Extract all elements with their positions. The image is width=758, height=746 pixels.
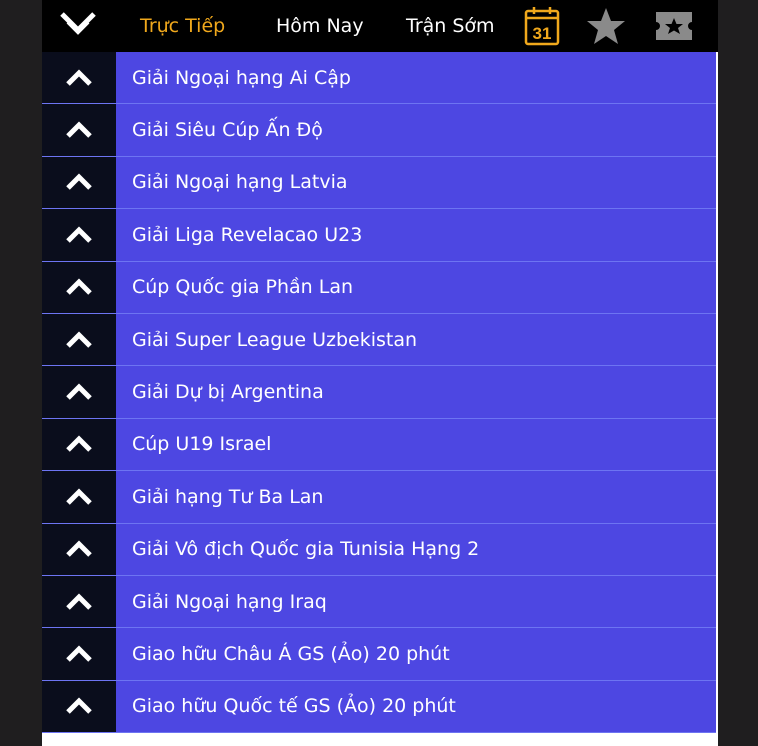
chevron-up-icon[interactable] <box>42 261 116 313</box>
league-name: Giải hạng Tư Ba Lan <box>132 485 324 508</box>
chevron-up-icon[interactable] <box>42 418 116 471</box>
chevron-up-icon[interactable] <box>42 575 116 628</box>
ticket-button[interactable] <box>652 4 696 48</box>
league-name: Giải Ngoại hạng Latvia <box>132 171 348 194</box>
league-name: Giải Ngoại hạng Iraq <box>132 590 327 613</box>
league-name: Cúp U19 Israel <box>132 433 272 456</box>
star-icon <box>587 8 625 44</box>
league-row[interactable]: Giải Ngoại hạng Latvia <box>42 156 718 210</box>
league-row[interactable]: Giao hữu Quốc tế GS (Ảo) 20 phút <box>42 680 718 734</box>
league-row[interactable]: Giải Liga Revelacao U23 <box>42 209 718 262</box>
top-bar: Trực Tiếp Hôm Nay Trận Sớm 31 <box>42 0 718 52</box>
calendar-icon: 31 <box>524 7 560 46</box>
tab-tran-som[interactable]: Trận Sớm <box>406 0 495 52</box>
chevron-up-icon[interactable] <box>42 209 116 261</box>
league-name: Cúp Quốc gia Phần Lan <box>132 276 354 299</box>
league-name: Giải Dự bị Argentina <box>132 381 324 404</box>
league-row[interactable]: Cúp U19 Israel <box>42 418 718 472</box>
league-name: Giải Vô địch Quốc gia Tunisia Hạng 2 <box>132 538 480 561</box>
league-row[interactable]: Giải Ngoại hạng Ai Cập <box>42 52 718 105</box>
league-name: Giao hữu Quốc tế GS (Ảo) 20 phút <box>132 695 456 718</box>
chevron-up-icon[interactable] <box>42 52 116 104</box>
league-name: Giải Ngoại hạng Ai Cập <box>132 66 351 89</box>
league-row[interactable]: Cúp Quốc gia Phần Lan <box>42 261 718 314</box>
ticket-icon <box>656 12 692 40</box>
league-name: Giải Super League Uzbekistan <box>132 328 418 351</box>
list-edge <box>716 52 718 735</box>
chevron-up-icon[interactable] <box>42 523 116 575</box>
chevron-up-icon[interactable] <box>42 313 116 366</box>
tab-truc-tiep[interactable]: Trực Tiếp <box>140 0 225 52</box>
chevron-up-icon[interactable] <box>42 628 116 680</box>
double-chevron-down-icon[interactable] <box>56 7 100 43</box>
chevron-up-icon[interactable] <box>42 366 116 418</box>
league-row[interactable]: Giải hạng Tư Ba Lan <box>42 471 718 524</box>
calendar-day: 31 <box>533 24 552 43</box>
league-row[interactable]: Giao hữu Châu Á GS (Ảo) 20 phút <box>42 628 718 681</box>
league-row[interactable]: Giải Dự bị Argentina <box>42 366 718 419</box>
chevron-up-icon[interactable] <box>42 680 116 733</box>
league-list: Giải Ngoại hạng Ai Cập Giải Siêu Cúp Ấn Đ… <box>42 52 718 734</box>
tab-hom-nay[interactable]: Hôm Nay <box>276 0 364 52</box>
league-row[interactable]: Giải Siêu Cúp Ấn Độ <box>42 104 718 157</box>
league-name: Giao hữu Châu Á GS (Ảo) 20 phút <box>132 642 450 665</box>
chevron-up-icon[interactable] <box>42 156 116 209</box>
league-name: Giải Siêu Cúp Ấn Độ <box>132 119 323 142</box>
chevron-up-icon[interactable] <box>42 471 116 523</box>
league-row[interactable]: Giải Super League Uzbekistan <box>42 313 718 367</box>
league-name: Giải Liga Revelacao U23 <box>132 223 363 246</box>
league-row[interactable]: Giải Ngoại hạng Iraq <box>42 575 718 629</box>
calendar-button[interactable]: 31 <box>520 4 564 48</box>
favorites-button[interactable] <box>584 4 628 48</box>
app-frame: Trực Tiếp Hôm Nay Trận Sớm 31 Giải Ngoại <box>42 0 718 746</box>
league-row[interactable]: Giải Vô địch Quốc gia Tunisia Hạng 2 <box>42 523 718 576</box>
chevron-up-icon[interactable] <box>42 104 116 156</box>
